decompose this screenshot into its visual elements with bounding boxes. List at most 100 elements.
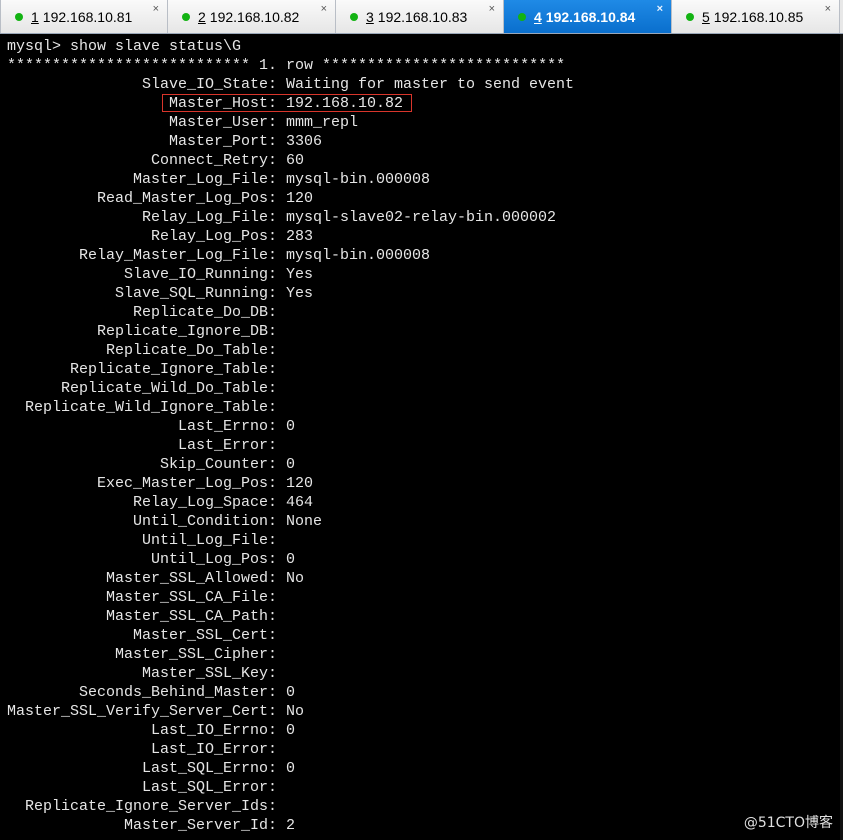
status-value: mysql-slave02-relay-bin.000002 [286,209,557,226]
status-row: Slave_IO_Running: Yes [7,265,313,284]
status-row: Read_Master_Log_Pos: 120 [7,189,313,208]
connected-status-icon [518,12,526,21]
tab-label: 192.168.10.82 [209,8,300,25]
tab-label: 192.168.10.83 [377,8,468,25]
connected-status-icon [686,12,694,21]
status-value: 0 [286,418,296,435]
tab-label: 192.168.10.85 [713,8,804,25]
status-key: Relay_Log_File: [141,209,277,226]
status-row: Last_Errno: 0 [7,417,295,436]
session-tab-4[interactable]: 4 192.168.10.84 × [504,0,672,33]
connected-status-icon [350,12,358,21]
close-icon[interactable]: × [489,4,495,15]
status-key: Master_SSL_Cert: [132,627,277,644]
status-row: Master_SSL_Verify_Server_Cert: No [7,702,304,721]
tab-label: 192.168.10.81 [42,8,133,25]
status-row: Master_User: mmm_repl [7,113,358,132]
status-value: 0 [286,760,296,777]
status-row: Master_Log_File: mysql-bin.000008 [7,170,430,189]
tab-label: 192.168.10.84 [545,8,636,25]
status-key: Last_SQL_Errno: [141,760,277,777]
close-icon[interactable]: × [321,4,327,15]
status-key: Master_SSL_Verify_Server_Cert: [7,703,278,720]
status-value: None [286,513,323,530]
status-value: 60 [286,152,305,169]
status-key: Last_SQL_Error: [141,779,277,796]
status-key: Replicate_Do_DB: [132,304,277,321]
status-row: Skip_Counter: 0 [7,455,295,474]
status-key: Master_SSL_CA_Path: [105,608,277,625]
status-value: 120 [286,190,314,207]
status-key: Master_SSL_Allowed: [105,570,277,587]
status-key: Replicate_Ignore_Server_Ids: [24,798,277,815]
status-value: Waiting for master to send event [286,76,575,93]
status-row: Replicate_Ignore_DB: [7,322,286,341]
status-key: Last_IO_Errno: [150,722,277,739]
status-key: Replicate_Ignore_Table: [69,361,277,378]
status-key: Replicate_Wild_Ignore_Table: [24,399,277,416]
status-row: Master_SSL_Key: [7,664,286,683]
status-key: Master_SSL_Key: [141,665,277,682]
status-key: Replicate_Wild_Do_Table: [60,380,277,397]
status-row: Relay_Master_Log_File: mysql-bin.000008 [7,246,430,265]
status-row: Slave_SQL_Running: Yes [7,284,313,303]
tab-number: 4 [534,8,542,25]
session-tab-3[interactable]: 3 192.168.10.83 × [336,0,504,33]
status-value: 464 [286,494,314,511]
status-row: Master_Server_Id: 2 [7,816,295,835]
status-key: Master_SSL_Cipher: [114,646,277,663]
status-row: Replicate_Ignore_Table: [7,360,286,379]
status-value: No [286,703,305,720]
status-key: Read_Master_Log_Pos: [96,190,277,207]
session-tab-1[interactable]: 1 192.168.10.81 × [0,0,168,33]
status-key: Skip_Counter: [159,456,277,473]
tab-number: 2 [198,8,206,25]
status-row: Last_IO_Errno: 0 [7,721,295,740]
status-row: Master_SSL_Allowed: No [7,569,304,588]
status-row: Until_Condition: None [7,512,322,531]
status-key: Relay_Log_Pos: [150,228,277,245]
connected-status-icon [15,12,23,21]
status-key: Slave_IO_State: [141,76,277,93]
status-key: Master_SSL_CA_File: [105,589,277,606]
status-row: Master_SSL_Cipher: [7,645,286,664]
master-host-highlight-box [162,94,412,112]
tab-number: 5 [702,8,710,25]
status-key: Until_Log_Pos: [150,551,277,568]
status-row: Master_SSL_CA_File: [7,588,286,607]
status-key: Master_Server_Id: [123,817,277,834]
status-row: Slave_IO_State: Waiting for master to sen… [7,75,574,94]
row-header: *************************** 1. row *****… [7,57,566,74]
status-value: mysql-bin.000008 [286,247,431,264]
status-value: 0 [286,456,296,473]
status-key: Master_User: [168,114,277,131]
session-tab-5[interactable]: 5 192.168.10.85 × [672,0,840,33]
terminal-output[interactable]: mysql> show slave status\G *************… [0,34,843,840]
status-key: Replicate_Ignore_DB: [96,323,277,340]
status-key: Last_Error: [177,437,277,454]
status-value: Yes [286,266,314,283]
close-icon[interactable]: × [153,4,159,15]
close-icon[interactable]: × [825,4,831,15]
status-key: Exec_Master_Log_Pos: [96,475,277,492]
status-row: Last_SQL_Error: [7,778,286,797]
status-row: Master_Port: 3306 [7,132,322,151]
status-value: 283 [286,228,314,245]
status-key: Seconds_Behind_Master: [78,684,277,701]
status-key: Until_Condition: [132,513,277,530]
status-value: Yes [286,285,314,302]
session-tab-2[interactable]: 2 192.168.10.82 × [168,0,336,33]
watermark: @51CTO博客 [743,815,833,831]
close-icon[interactable]: × [657,4,663,15]
status-value: 120 [286,475,314,492]
status-row: Replicate_Do_Table: [7,341,286,360]
connected-status-icon [182,12,190,21]
status-key: Master_Port: [168,133,277,150]
status-row: Exec_Master_Log_Pos: 120 [7,474,313,493]
tab-number: 1 [31,8,39,25]
status-key: Until_Log_File: [141,532,277,549]
status-key: Relay_Log_Space: [132,494,277,511]
status-row: Master_SSL_Cert: [7,626,286,645]
status-row: Connect_Retry: 60 [7,151,304,170]
status-key: Last_IO_Error: [150,741,277,758]
